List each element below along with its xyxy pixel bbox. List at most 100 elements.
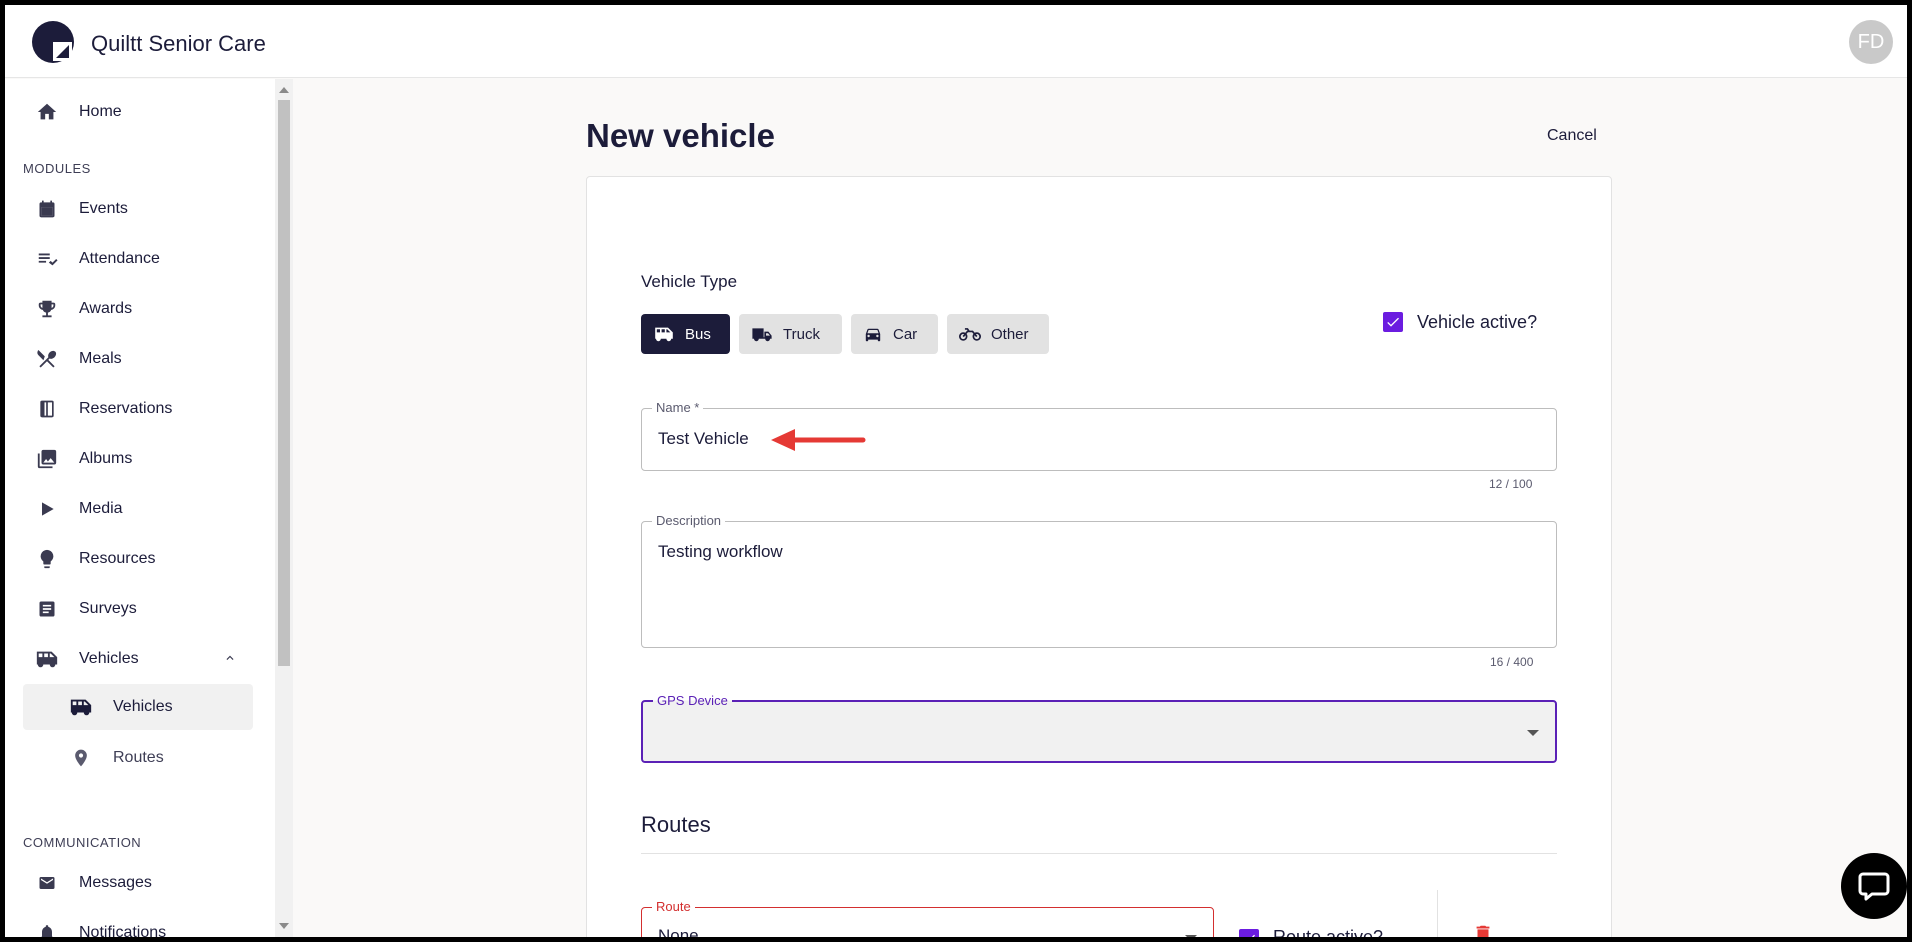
sidebar-item-label: Meals [79, 350, 122, 367]
route-row-divider [1437, 890, 1438, 937]
sidebar-item-home[interactable]: Home [23, 89, 253, 135]
sidebar-item-label: Vehicles [113, 698, 173, 715]
page-title: New vehicle [586, 117, 775, 154]
motorcycle-icon [959, 326, 981, 342]
sidebar-item-label: Albums [79, 450, 133, 467]
scroll-thumb[interactable] [278, 100, 290, 666]
sidebar-item-label: Vehicles [79, 650, 139, 667]
chat-launcher-button[interactable] [1841, 853, 1907, 919]
cancel-button[interactable]: Cancel [1547, 127, 1597, 145]
sidebar-item-messages[interactable]: Messages [23, 860, 253, 906]
description-char-counter: 16 / 400 [1490, 655, 1534, 669]
route-active-label: Route active? [1273, 927, 1384, 937]
sidebar-item-label: Reservations [79, 400, 173, 417]
section-label-communication: COMMUNICATION [23, 835, 142, 850]
vehicle-type-label: Vehicle Type [641, 272, 738, 291]
sidebar-item-media[interactable]: Media [23, 486, 253, 532]
vehicle-active-label: Vehicle active? [1417, 312, 1538, 332]
app-window: Quiltt Senior Care FD Home MODULES Event… [5, 5, 1907, 937]
section-label-modules: MODULES [23, 161, 91, 176]
route-field-label: Route [652, 899, 695, 914]
home-icon [35, 100, 59, 124]
vehicle-type-other-button[interactable]: Other [947, 314, 1049, 354]
book-icon [35, 397, 59, 421]
sidebar-item-label: Routes [113, 749, 164, 766]
app-title: Quiltt Senior Care [91, 31, 266, 56]
sidebar-item-label: Surveys [79, 600, 137, 617]
photo-library-icon [35, 447, 59, 471]
description-textarea[interactable]: Testing workflow [658, 542, 783, 562]
sidebar-subitem-routes[interactable]: Routes [23, 735, 253, 781]
play-icon [35, 497, 59, 521]
sidebar-item-label: Home [79, 103, 122, 120]
sidebar-item-awards[interactable]: Awards [23, 286, 253, 332]
sidebar: Home MODULES Events Attendance Awards Me… [5, 79, 293, 937]
route-active-checkbox[interactable] [1239, 929, 1259, 937]
user-avatar[interactable]: FD [1849, 20, 1893, 64]
dropdown-caret-icon[interactable] [1527, 730, 1539, 736]
route-select[interactable]: Route None [641, 899, 1214, 937]
trophy-icon [35, 297, 59, 321]
description-field[interactable]: Description Testing workflow [641, 513, 1557, 648]
vehicle-type-label: Car [893, 325, 918, 343]
lightbulb-icon [35, 547, 59, 571]
check-icon [1251, 934, 1255, 937]
survey-icon [35, 597, 59, 621]
check-icon [1387, 317, 1399, 327]
sidebar-item-label: Resources [79, 550, 156, 567]
routes-section-title: Routes [641, 812, 711, 837]
bus-icon [653, 326, 675, 342]
sidebar-item-vehicles[interactable]: Vehicles [23, 636, 253, 682]
sidebar-item-label: Attendance [79, 250, 160, 267]
utensils-icon [35, 347, 59, 371]
trash-icon[interactable] [1472, 923, 1494, 937]
vehicle-active-checkbox[interactable] [1383, 312, 1403, 332]
vehicle-type-label: Other [991, 325, 1029, 343]
sidebar-item-resources[interactable]: Resources [23, 536, 253, 582]
sidebar-scrollbar[interactable] [275, 79, 293, 937]
bus-icon [35, 647, 59, 671]
annotation-arrow-icon [771, 429, 866, 451]
sidebar-item-notifications[interactable]: Notifications [23, 910, 253, 937]
sidebar-item-reservations[interactable]: Reservations [23, 386, 253, 432]
top-bar: Quiltt Senior Care FD [5, 5, 1907, 78]
sidebar-item-events[interactable]: Events [23, 186, 253, 232]
envelope-icon [35, 871, 59, 895]
chat-bubble-icon [1858, 872, 1890, 901]
vehicle-type-label: Bus [685, 325, 711, 343]
sidebar-item-label: Events [79, 200, 128, 217]
sidebar-nav: Home MODULES Events Attendance Awards Me… [5, 79, 275, 937]
sidebar-item-surveys[interactable]: Surveys [23, 586, 253, 632]
calendar-icon [35, 197, 59, 221]
sidebar-item-meals[interactable]: Meals [23, 336, 253, 382]
vehicle-type-bus-button[interactable]: Bus [641, 314, 730, 354]
vehicle-type-label: Truck [783, 325, 820, 343]
route-value: None [658, 926, 699, 937]
vehicle-type-truck-button[interactable]: Truck [739, 314, 842, 354]
scroll-up-arrow-icon[interactable] [279, 87, 289, 93]
checklist-icon [35, 247, 59, 271]
sidebar-item-attendance[interactable]: Attendance [23, 236, 253, 282]
sidebar-item-label: Media [79, 500, 123, 517]
sidebar-item-albums[interactable]: Albums [23, 436, 253, 482]
sidebar-subitem-vehicles[interactable]: Vehicles [23, 684, 253, 730]
description-field-label: Description [652, 513, 726, 528]
sidebar-item-label: Awards [79, 300, 133, 317]
truck-icon [751, 326, 773, 342]
location-pin-icon [69, 746, 93, 770]
bus-icon [69, 695, 93, 719]
dropdown-caret-icon[interactable] [1185, 935, 1197, 937]
name-field-label: Name * [652, 400, 704, 415]
bell-icon [35, 921, 59, 937]
name-input[interactable]: Test Vehicle [658, 429, 749, 449]
vehicle-type-car-button[interactable]: Car [851, 314, 938, 354]
sidebar-item-label: Notifications [79, 924, 167, 937]
sidebar-item-label: Messages [79, 874, 152, 891]
car-icon [863, 326, 883, 342]
routes-divider [641, 853, 1557, 854]
name-char-counter: 12 / 100 [1489, 477, 1533, 491]
chevron-up-icon[interactable] [223, 651, 237, 665]
gps-device-select[interactable]: GPS Device [641, 693, 1557, 763]
scroll-down-arrow-icon[interactable] [279, 923, 289, 929]
quiltt-logo-icon [32, 21, 74, 63]
